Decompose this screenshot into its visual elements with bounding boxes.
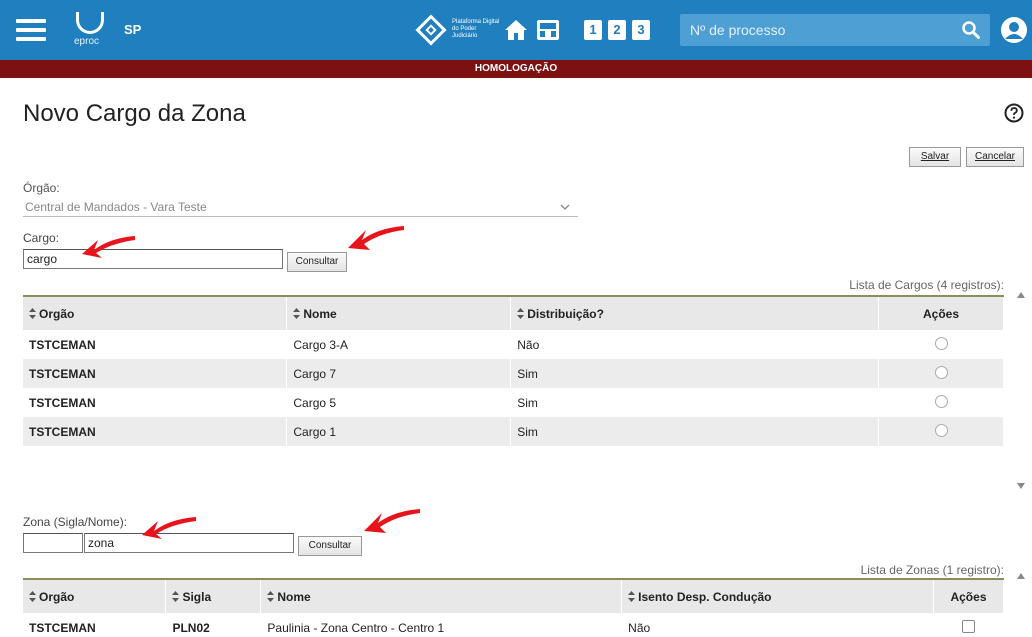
select-radio[interactable] — [934, 336, 948, 350]
cell-distribuicao: Sim — [510, 388, 880, 417]
cell-distribuicao: Sim — [510, 417, 880, 446]
sort-icon — [172, 590, 180, 602]
scroll-up-icon[interactable] — [1016, 572, 1026, 580]
column-header-label: Sigla — [182, 589, 212, 604]
column-header-label: Orgão — [39, 306, 75, 321]
table-row[interactable]: TSTCEMAN Cargo 5 Sim — [23, 388, 1004, 417]
cargo-label: Cargo: — [23, 231, 60, 245]
scroll-down-icon[interactable] — [1016, 482, 1026, 490]
scroll-up-icon[interactable] — [1016, 291, 1026, 299]
cell-distribuicao: Sim — [510, 359, 880, 388]
cell-distribuicao: Não — [510, 330, 880, 359]
orgao-select[interactable]: Central de Mandados - Vara Teste — [23, 199, 578, 217]
cell-orgao: TSTCEMAN — [23, 388, 288, 417]
select-radio[interactable] — [934, 423, 948, 437]
eproc-logo-text: eproc — [74, 36, 100, 47]
zona-label: Zona (Sigla/Nome): — [23, 515, 128, 529]
orgao-selected-value: Central de Mandados - Vara Teste — [25, 200, 207, 214]
orgao-label: Órgão: — [23, 181, 60, 195]
process-number-input[interactable] — [690, 20, 940, 40]
table-row[interactable]: TSTCEMAN Cargo 7 Sim — [23, 359, 1004, 388]
sort-icon — [267, 590, 275, 602]
zonas-table: Orgão Sigla Nome Isento Desp. Condução A… — [23, 578, 1005, 637]
cell-nome: Paulinia - Zona Centro - Centro 1 — [260, 613, 623, 637]
select-radio[interactable] — [934, 365, 948, 379]
cargo-consult-button[interactable]: Consultar — [287, 252, 347, 272]
sort-icon — [29, 590, 36, 602]
column-header-isento[interactable]: Isento Desp. Condução — [621, 580, 934, 613]
zonas-list-caption: Lista de Zonas (1 registro): — [860, 563, 1004, 577]
table-row[interactable]: TSTCEMAN PLN02 Paulinia - Zona Centro - … — [23, 613, 1005, 637]
search-icon[interactable] — [962, 21, 980, 39]
process-search-box — [680, 14, 990, 46]
cargos-table: Orgão Nome Distribuição? Ações TSTCEMAN … — [23, 295, 1004, 446]
cell-orgao: TSTCEMAN — [23, 359, 288, 388]
cancel-button-label: Cancelar — [974, 151, 1016, 162]
zona-sigla-input[interactable] — [23, 533, 83, 553]
annotation-arrow-icon — [82, 236, 135, 258]
state-label: SP — [124, 22, 142, 37]
column-header-label: Isento Desp. Condução — [638, 589, 772, 604]
column-header-label: Nome — [303, 306, 337, 321]
cell-nome: Cargo 3-A — [286, 330, 512, 359]
column-header-acoes: Ações — [933, 580, 1005, 613]
sort-icon — [517, 307, 525, 319]
cell-orgao: TSTCEMAN — [23, 330, 288, 359]
column-header-orgao[interactable]: Orgão — [23, 297, 288, 330]
sort-icon — [628, 590, 636, 602]
table-row[interactable]: TSTCEMAN Cargo 1 Sim — [23, 417, 1004, 446]
column-header-sigla[interactable]: Sigla — [165, 580, 262, 613]
column-header-orgao[interactable]: Orgão — [23, 580, 167, 613]
column-header-nome[interactable]: Nome — [260, 580, 623, 613]
column-header-acoes: Ações — [878, 297, 1004, 330]
save-button[interactable]: Salvar — [909, 147, 961, 167]
cell-nome: Cargo 1 — [286, 417, 512, 446]
menu-icon[interactable] — [16, 19, 46, 41]
select-checkbox[interactable] — [961, 619, 975, 633]
table-row[interactable]: TSTCEMAN Cargo 3-A Não — [23, 330, 1004, 359]
cell-orgao: TSTCEMAN — [23, 613, 167, 637]
platform-logo-text: Plataforma Digital do Poder Judiciário — [452, 19, 500, 39]
top-navigation-bar: eproc SP Plataforma Digital do Poder Jud… — [0, 0, 1032, 60]
save-button-label: Salvar — [920, 151, 950, 162]
user-icon[interactable] — [1000, 16, 1028, 44]
cargo-input[interactable]: cargo — [23, 249, 283, 269]
home-icon[interactable] — [504, 18, 528, 42]
cargos-list-caption: Lista de Cargos (4 registros): — [849, 278, 1004, 292]
select-radio[interactable] — [934, 394, 948, 408]
annotation-arrow-icon — [348, 226, 404, 250]
eproc-logo[interactable]: eproc — [70, 12, 110, 50]
shortcut-button-2[interactable]: 2 — [608, 20, 626, 40]
cell-nome: Cargo 5 — [286, 388, 512, 417]
cancel-button[interactable]: Cancelar — [966, 147, 1024, 167]
annotation-arrow-icon — [142, 517, 196, 539]
inbox-icon[interactable] — [536, 19, 560, 41]
page-title: Novo Cargo da Zona — [23, 100, 246, 127]
column-header-label: Nome — [277, 589, 311, 604]
help-icon[interactable] — [1004, 103, 1024, 123]
column-header-distribuicao[interactable]: Distribuição? — [510, 297, 880, 330]
chevron-down-icon — [560, 204, 570, 210]
shortcut-button-3[interactable]: 3 — [632, 20, 650, 40]
column-header-nome[interactable]: Nome — [286, 297, 512, 330]
cell-sigla: PLN02 — [165, 613, 262, 637]
column-header-label: Distribuição? — [527, 306, 604, 321]
sort-icon — [293, 307, 301, 319]
platform-logo: Plataforma Digital do Poder Judiciário — [415, 14, 500, 46]
shortcut-button-1[interactable]: 1 — [584, 20, 602, 40]
cell-nome: Cargo 7 — [286, 359, 512, 388]
cell-isento: Não — [621, 613, 934, 637]
column-header-label: Orgão — [39, 589, 75, 604]
environment-banner: HOMOLOGAÇÃO — [0, 60, 1032, 78]
sort-icon — [29, 307, 36, 319]
cell-orgao: TSTCEMAN — [23, 417, 288, 446]
zona-consult-button[interactable]: Consultar — [298, 536, 362, 556]
annotation-arrow-icon — [364, 509, 420, 533]
